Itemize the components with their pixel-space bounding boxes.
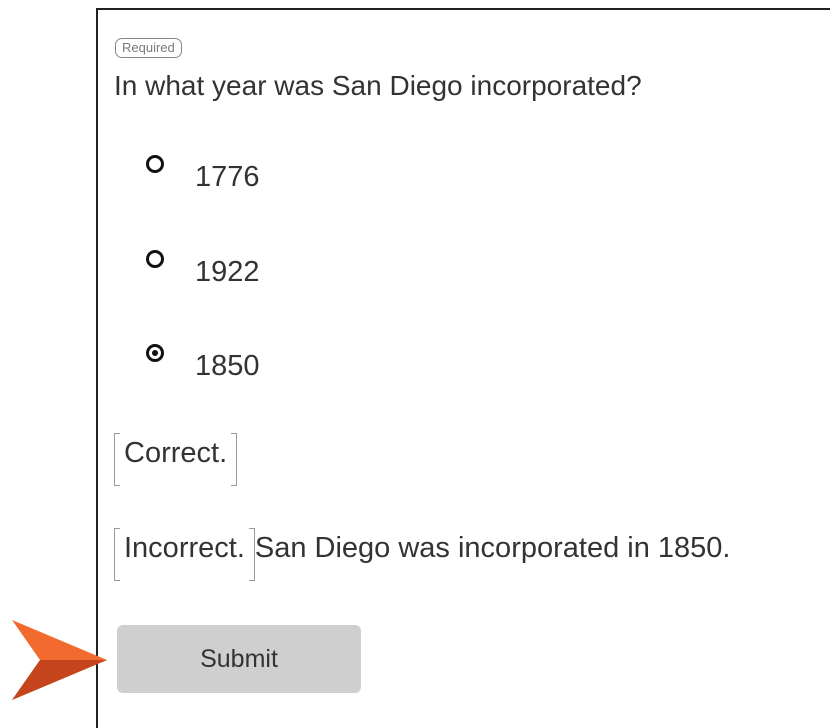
submit-button[interactable]: Submit <box>117 625 361 693</box>
feedback-incorrect-detail: San Diego was incorporated in 1850. <box>254 532 731 564</box>
feedback-correct-label: Correct. <box>114 433 238 486</box>
feedback-incorrect-label: Incorrect. <box>114 528 255 581</box>
question-text: In what year was San Diego incorporated? <box>114 70 642 101</box>
arrow-pointer-icon <box>12 620 107 700</box>
required-badge: Required <box>115 38 182 58</box>
feedback-correct: Correct. <box>114 433 238 486</box>
option-label-1850: 1850 <box>195 350 260 382</box>
option-label-1922: 1922 <box>195 256 260 288</box>
option-label-1776: 1776 <box>195 161 260 193</box>
radio-button-1850[interactable] <box>146 344 164 362</box>
radio-button-1776[interactable] <box>146 155 164 173</box>
feedback-incorrect: Incorrect. San Diego was incorporated in … <box>114 528 730 581</box>
radio-button-1922[interactable] <box>146 250 164 268</box>
